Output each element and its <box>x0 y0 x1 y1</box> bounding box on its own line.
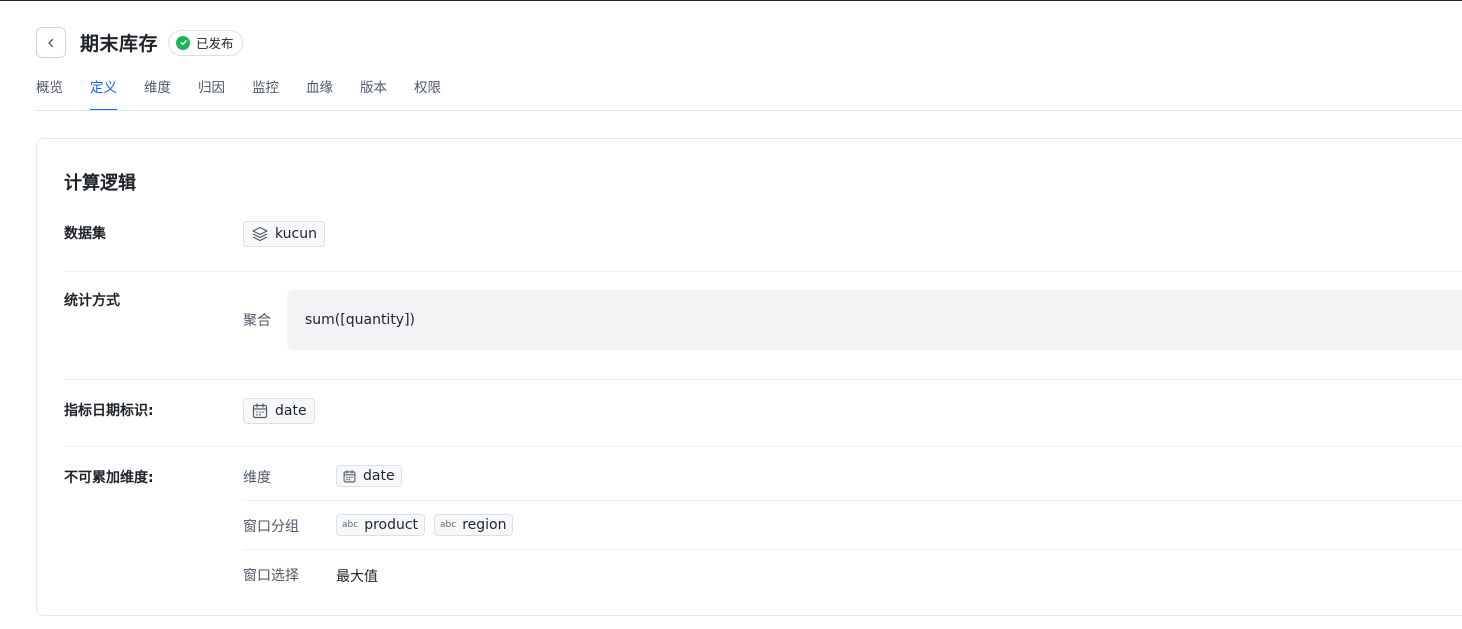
dimension-label: 维度 <box>243 470 271 486</box>
tab-overview[interactable]: 概览 <box>36 78 63 111</box>
calendar-icon <box>342 469 357 484</box>
card-title: 计算逻辑 <box>64 173 136 194</box>
tab-lineage[interactable]: 血缘 <box>306 78 333 111</box>
tab-attribution[interactable]: 归因 <box>198 78 225 111</box>
tab-monitoring[interactable]: 监控 <box>252 78 279 111</box>
dataset-label: 数据集 <box>64 226 106 242</box>
date-field-name: date <box>275 403 307 419</box>
check-circle-icon <box>176 35 191 50</box>
tabs-divider <box>36 110 1462 111</box>
stat-method-label: 统计方式 <box>64 293 120 309</box>
window-select-label: 窗口选择 <box>243 568 299 584</box>
expression-text: sum([quantity]) <box>305 312 416 328</box>
layers-icon <box>251 225 269 243</box>
window-group-name: product <box>364 517 419 533</box>
date-field-tag[interactable]: date <box>243 398 315 424</box>
tab-bar: 概览 定义 维度 归因 监控 血缘 版本 权限 <box>36 78 468 111</box>
tab-definition[interactable]: 定义 <box>90 78 117 111</box>
window-group-label: 窗口分组 <box>243 519 299 535</box>
tab-permissions[interactable]: 权限 <box>414 78 441 111</box>
window-select-value: 最大值 <box>336 569 378 585</box>
top-border <box>0 0 1462 1</box>
window-group-tag[interactable]: abc region <box>434 514 514 536</box>
chevron-left-icon <box>48 38 54 47</box>
page-header: 期末库存 已发布 <box>36 27 243 58</box>
row-divider <box>64 271 1462 272</box>
back-button[interactable] <box>36 27 66 58</box>
text-type-icon: abc <box>440 520 457 530</box>
window-group-tag[interactable]: abc product <box>336 514 426 536</box>
dataset-tag[interactable]: kucun <box>243 221 325 247</box>
dimension-tag[interactable]: date <box>336 465 402 487</box>
sub-row-divider <box>243 549 1462 550</box>
aggregate-label: 聚合 <box>243 313 271 329</box>
calc-logic-card: 计算逻辑 数据集 kucun 统计方式 聚合 sum([quantity]) 指… <box>36 138 1462 616</box>
sub-row-divider <box>243 500 1462 501</box>
calendar-icon <box>251 402 269 420</box>
row-divider <box>64 379 1462 380</box>
text-type-icon: abc <box>342 520 359 530</box>
tab-versions[interactable]: 版本 <box>360 78 387 111</box>
status-text: 已发布 <box>196 36 234 51</box>
date-field-label: 指标日期标识: <box>64 403 154 419</box>
dimension-name: date <box>363 468 395 484</box>
dataset-name: kucun <box>275 226 317 242</box>
window-group-name: region <box>462 517 507 533</box>
expression-box: sum([quantity]) <box>287 290 1462 350</box>
status-badge: 已发布 <box>168 29 243 56</box>
non-additive-label: 不可累加维度: <box>64 470 154 486</box>
page-title: 期末库存 <box>80 33 159 55</box>
tab-dimensions[interactable]: 维度 <box>144 78 171 111</box>
row-divider <box>64 446 1462 447</box>
